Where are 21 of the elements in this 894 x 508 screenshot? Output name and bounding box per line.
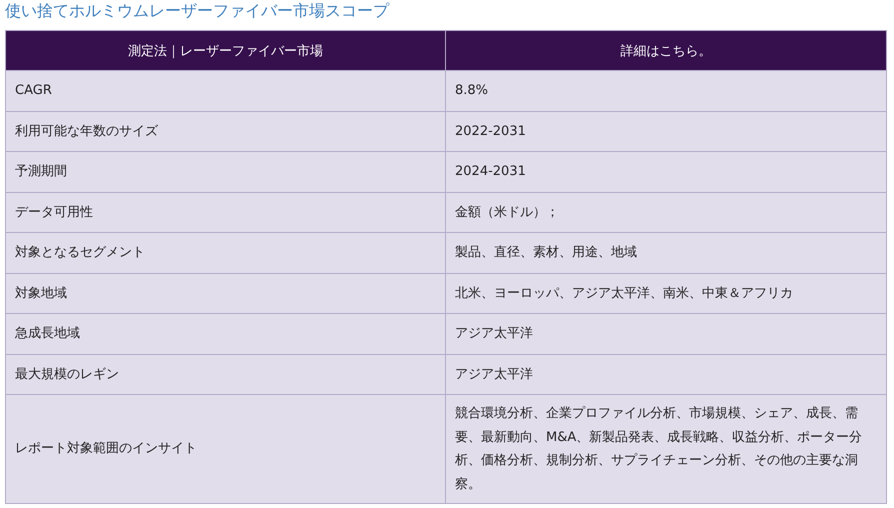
table-cell: アジア太平洋 [446,314,886,354]
table-cell: データ可用性 [6,192,446,232]
column-header: 詳細はこちら。 [446,30,886,70]
table-cell: 最大規模のレギン [6,354,446,394]
table-cell: 金額（米ドル）； [446,192,886,232]
table-cell: 競合環境分析、企業プロファイル分析、市場規模、シェア、成長、需要、最新動向、M&A、新製品発表、成長戦略、収益分析、ポーター分析、価格分析、規制分析、サプライチェーン分析、その他の主要な洞察。 [446,394,886,504]
table-cell: 対象地域 [6,273,446,314]
table-cell: 利用可能な年数のサイズ [6,111,446,152]
table-cell: 製品、直径、素材、用途、地域 [446,232,886,273]
table-cell: 2024-2031 [446,152,886,192]
table-cell: 2022-2031 [446,111,886,152]
table-cell: 対象となるセグメント [6,232,446,273]
column-header: 測定法｜レーザーファイバー市場 [6,30,446,70]
table-cell: 予測期間 [6,152,446,192]
table-cell: 北米、ヨーロッパ、アジア太平洋、南米、中東＆アフリカ [446,273,886,314]
table-cell: CAGR [6,70,446,111]
page-title: 使い捨てホルミウムレーザーファイバー市場スコープ [5,0,390,22]
table-cell: 急成長地域 [6,314,446,354]
table-cell: レポート対象範囲のインサイト [6,394,446,504]
table-cell: アジア太平洋 [446,354,886,394]
table-cell: 8.8% [446,70,886,111]
